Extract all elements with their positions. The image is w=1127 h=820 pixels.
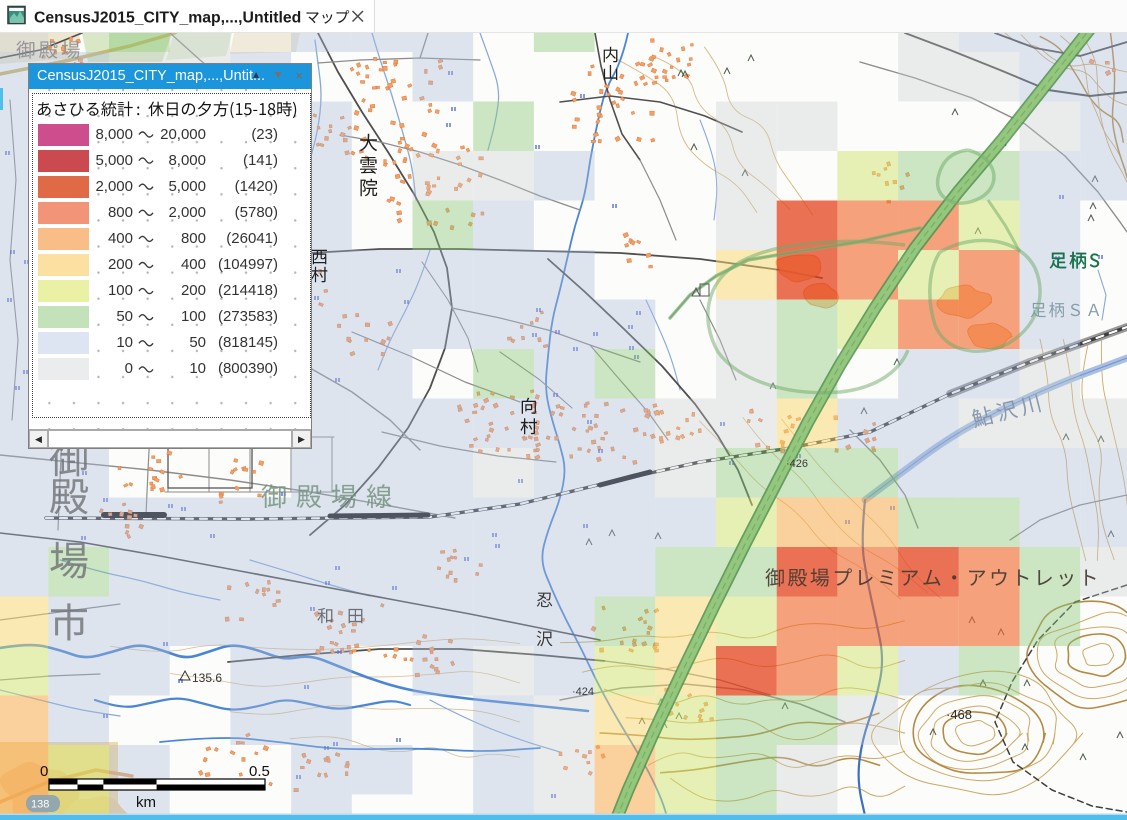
svg-text:km: km [136, 794, 156, 811]
svg-text:·468: ·468 [946, 707, 972, 722]
svg-text:CensusJ2015_CITY_map,...,Untit: CensusJ2015_CITY_map,...,Untitled [34, 10, 301, 27]
svg-text:0: 0 [40, 763, 48, 780]
svg-text:0.5: 0.5 [249, 763, 270, 780]
svg-text:138: 138 [31, 799, 49, 811]
svg-text:·424: ·424 [572, 686, 594, 698]
svg-text:135.6: 135.6 [192, 671, 222, 685]
svg-text:·426: ·426 [786, 458, 808, 470]
